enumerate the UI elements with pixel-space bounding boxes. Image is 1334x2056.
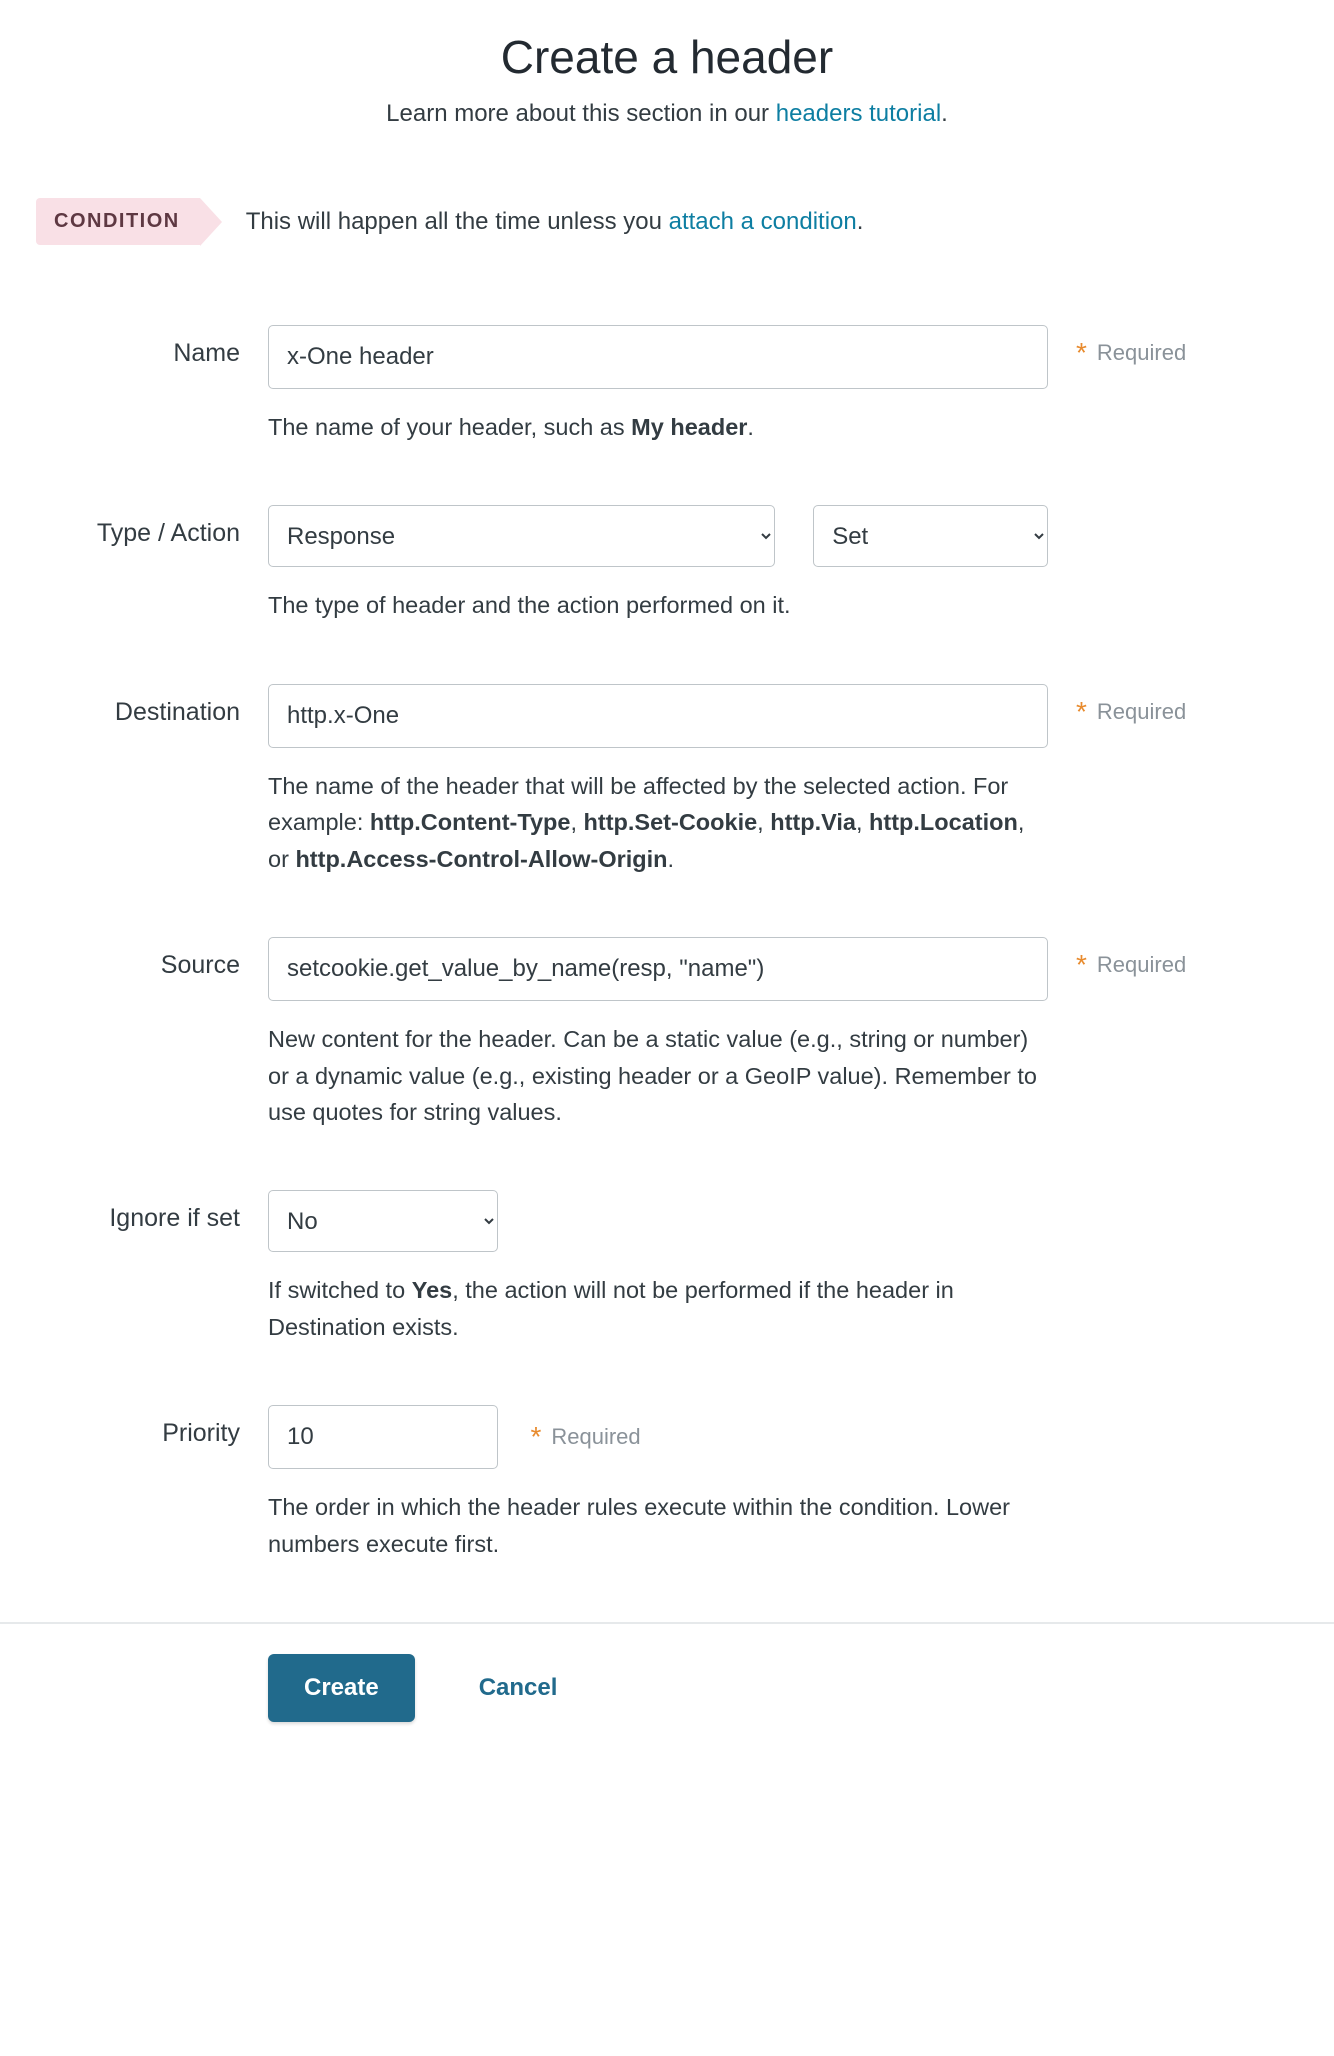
type-select[interactable]: Response — [268, 505, 775, 567]
condition-tag: CONDITION — [36, 198, 200, 245]
type-action-help: The type of header and the action perfor… — [268, 587, 1048, 623]
action-select[interactable]: Set — [813, 505, 1048, 567]
source-help: New content for the header. Can be a sta… — [268, 1021, 1048, 1130]
cancel-button[interactable]: Cancel — [479, 1674, 558, 1702]
subtitle-suffix: . — [941, 100, 948, 127]
name-label: Name — [36, 325, 268, 368]
ignore-select[interactable]: No — [268, 1190, 498, 1252]
condition-prefix: This will happen all the time unless you — [246, 208, 669, 235]
ignore-label: Ignore if set — [36, 1190, 268, 1233]
source-label: Source — [36, 937, 268, 980]
name-required: * Required — [1048, 325, 1186, 367]
destination-required: * Required — [1048, 684, 1186, 726]
condition-suffix: . — [857, 208, 864, 235]
name-input[interactable] — [268, 325, 1048, 389]
source-required: * Required — [1048, 937, 1186, 979]
priority-input[interactable] — [268, 1405, 498, 1469]
priority-label: Priority — [36, 1405, 268, 1448]
required-asterisk-icon: * — [530, 1423, 541, 1451]
destination-input[interactable] — [268, 684, 1048, 748]
required-asterisk-icon: * — [1076, 698, 1087, 726]
page-title: Create a header — [0, 30, 1334, 84]
page-subtitle: Learn more about this section in our hea… — [0, 100, 1334, 128]
priority-required: * Required — [530, 1423, 640, 1451]
subtitle-text: Learn more about this section in our — [386, 100, 776, 127]
condition-text: This will happen all the time unless you… — [246, 208, 864, 236]
create-button[interactable]: Create — [268, 1654, 415, 1722]
required-asterisk-icon: * — [1076, 339, 1087, 367]
priority-help: The order in which the header rules exec… — [268, 1489, 1048, 1562]
required-asterisk-icon: * — [1076, 951, 1087, 979]
attach-condition-link[interactable]: attach a condition — [669, 208, 857, 235]
source-input[interactable] — [268, 937, 1048, 1001]
destination-help: The name of the header that will be affe… — [268, 768, 1048, 877]
ignore-help: If switched to Yes, the action will not … — [268, 1272, 1048, 1345]
name-help: The name of your header, such as My head… — [268, 409, 1048, 445]
headers-tutorial-link[interactable]: headers tutorial — [776, 100, 941, 127]
destination-label: Destination — [36, 684, 268, 727]
type-action-label: Type / Action — [36, 505, 268, 548]
